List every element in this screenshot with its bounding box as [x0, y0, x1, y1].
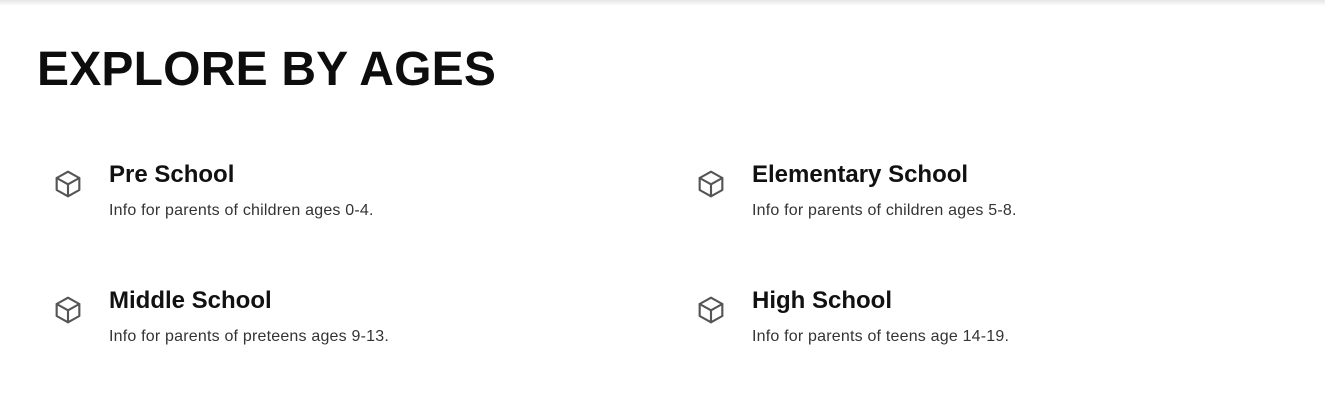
- age-card-high-school[interactable]: High School Info for parents of teens ag…: [643, 286, 1203, 366]
- cube-icon: [698, 296, 724, 324]
- card-heading[interactable]: Middle School: [109, 286, 389, 316]
- card-heading[interactable]: Elementary School: [752, 160, 1017, 190]
- age-card-pre-school[interactable]: Pre School Info for parents of children …: [0, 160, 560, 240]
- section-title: EXPLORE BY AGES: [37, 43, 497, 96]
- card-heading[interactable]: Pre School: [109, 160, 374, 190]
- cube-icon: [698, 170, 724, 198]
- card-description: Info for parents of preteens ages 9-13.: [109, 328, 389, 345]
- cube-icon: [55, 296, 81, 324]
- top-shadow-divider: [0, 0, 1325, 6]
- card-description: Info for parents of children ages 5-8.: [752, 202, 1017, 219]
- card-heading[interactable]: High School: [752, 286, 1009, 316]
- age-card-elementary-school[interactable]: Elementary School Info for parents of ch…: [643, 160, 1203, 240]
- age-card-middle-school[interactable]: Middle School Info for parents of pretee…: [0, 286, 560, 366]
- card-description: Info for parents of children ages 0-4.: [109, 202, 374, 219]
- explore-by-ages-section: EXPLORE BY AGES Pre School Info for pare…: [0, 0, 1325, 406]
- cube-icon: [55, 170, 81, 198]
- card-description: Info for parents of teens age 14-19.: [752, 328, 1010, 345]
